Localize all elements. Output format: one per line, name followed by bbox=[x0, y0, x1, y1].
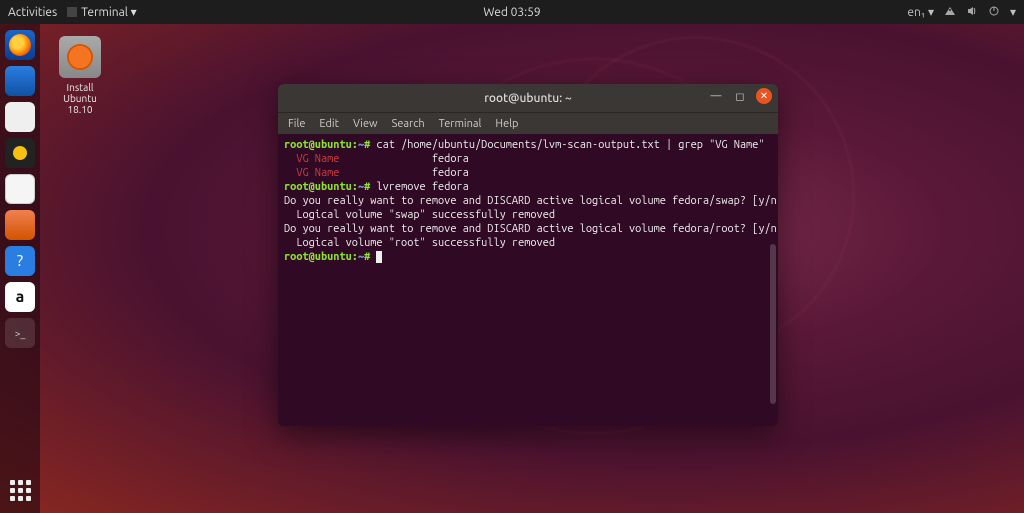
term-output: Logical volume "swap" successfully remov… bbox=[284, 209, 555, 221]
power-icon[interactable] bbox=[988, 5, 1000, 20]
dock-firefox-icon[interactable] bbox=[5, 30, 35, 60]
window-title: root@ubuntu: ~ bbox=[484, 92, 571, 105]
activities-button[interactable]: Activities bbox=[8, 6, 57, 19]
dock-writer-icon[interactable] bbox=[5, 174, 35, 204]
gnome-top-bar: Activities Terminal ▾ Wed 03:59 en₁ ▾ ▾ bbox=[0, 0, 1024, 24]
chevron-down-icon[interactable]: ▾ bbox=[1010, 5, 1016, 19]
term-output: Do you really want to remove and DISCARD… bbox=[284, 223, 778, 235]
prompt-char: # bbox=[364, 251, 370, 263]
dock-software-icon[interactable] bbox=[5, 210, 35, 240]
dock-amazon-icon[interactable]: a bbox=[5, 282, 35, 312]
vg-name-label: VG Name bbox=[284, 167, 339, 179]
terminal-body[interactable]: root@ubuntu:~# cat /home/ubuntu/Document… bbox=[278, 134, 778, 426]
prompt-user: root@ubuntu bbox=[284, 139, 352, 151]
dock-files-icon[interactable] bbox=[5, 102, 35, 132]
dock: ? a bbox=[0, 24, 40, 513]
menu-terminal[interactable]: Terminal bbox=[439, 118, 482, 130]
term-output: Logical volume "root" successfully remov… bbox=[284, 237, 555, 249]
terminal-scrollbar[interactable] bbox=[770, 244, 776, 404]
terminal-icon bbox=[67, 7, 77, 17]
menu-view[interactable]: View bbox=[353, 118, 378, 130]
vg-name-value: fedora bbox=[339, 167, 468, 179]
volume-icon[interactable] bbox=[966, 5, 978, 20]
terminal-cursor bbox=[376, 251, 382, 263]
window-titlebar[interactable]: root@ubuntu: ~ — ◻ ✕ bbox=[278, 84, 778, 112]
dock-terminal-icon[interactable] bbox=[5, 318, 35, 348]
vg-name-value: fedora bbox=[339, 153, 468, 165]
network-icon[interactable] bbox=[944, 5, 956, 20]
term-cmd-2: lvremove fedora bbox=[370, 181, 469, 193]
app-menu-label: Terminal ▾ bbox=[81, 5, 136, 19]
prompt-user: root@ubuntu bbox=[284, 181, 352, 193]
menu-edit[interactable]: Edit bbox=[319, 118, 339, 130]
prompt-user: root@ubuntu bbox=[284, 251, 352, 263]
clock[interactable]: Wed 03:59 bbox=[483, 6, 540, 19]
dock-thunderbird-icon[interactable] bbox=[5, 66, 35, 96]
term-cmd-1: cat /home/ubuntu/Documents/lvm-scan-outp… bbox=[370, 139, 764, 151]
dock-rhythmbox-icon[interactable] bbox=[5, 138, 35, 168]
install-ubuntu-desktop-icon[interactable]: Install Ubuntu 18.10 bbox=[50, 36, 110, 115]
dock-help-icon[interactable]: ? bbox=[5, 246, 35, 276]
desktop-icon-label: Install Ubuntu 18.10 bbox=[50, 82, 110, 115]
show-applications-button[interactable] bbox=[5, 475, 35, 505]
menu-file[interactable]: File bbox=[288, 118, 305, 130]
menu-search[interactable]: Search bbox=[392, 118, 425, 130]
input-source-indicator[interactable]: en₁ ▾ bbox=[907, 5, 934, 19]
ubuntu-logo-icon bbox=[59, 36, 101, 78]
maximize-button[interactable]: ◻ bbox=[732, 88, 748, 104]
app-menu[interactable]: Terminal ▾ bbox=[67, 5, 136, 19]
terminal-menubar: File Edit View Search Terminal Help bbox=[278, 112, 778, 134]
menu-help[interactable]: Help bbox=[495, 118, 518, 130]
minimize-button[interactable]: — bbox=[708, 88, 724, 104]
vg-name-label: VG Name bbox=[284, 153, 339, 165]
close-button[interactable]: ✕ bbox=[756, 88, 772, 104]
terminal-window: root@ubuntu: ~ — ◻ ✕ File Edit View Sear… bbox=[278, 84, 778, 426]
term-output: Do you really want to remove and DISCARD… bbox=[284, 195, 778, 207]
